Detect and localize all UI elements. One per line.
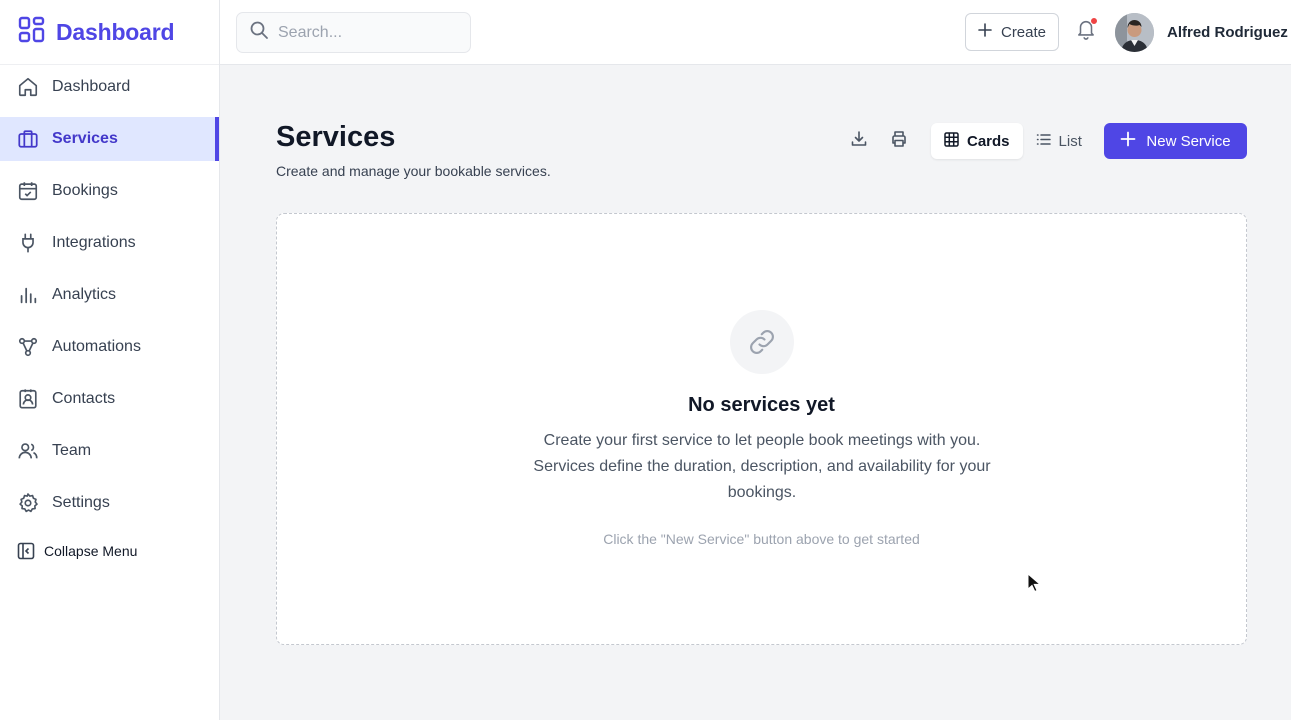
bell-icon bbox=[1075, 20, 1097, 44]
sidebar-item-analytics[interactable]: Analytics bbox=[0, 273, 219, 317]
sidebar-nav: Dashboard Services Bookings Integrations… bbox=[0, 65, 219, 525]
sidebar-item-label: Integrations bbox=[52, 234, 136, 251]
sidebar-item-label: Services bbox=[52, 130, 118, 147]
plus-icon bbox=[978, 23, 1001, 41]
view-toggle: Cards List bbox=[931, 123, 1095, 159]
avatar[interactable] bbox=[1115, 13, 1154, 52]
sidebar-item-bookings[interactable]: Bookings bbox=[0, 169, 219, 213]
search-input[interactable] bbox=[278, 23, 458, 42]
link-icon bbox=[730, 310, 794, 374]
new-service-label: New Service bbox=[1146, 132, 1231, 150]
view-cards-label: Cards bbox=[967, 132, 1010, 150]
page-subtitle: Create and manage your bookable services… bbox=[276, 163, 551, 179]
mouse-cursor-icon bbox=[1027, 573, 1041, 593]
bar-chart-icon bbox=[17, 284, 39, 306]
search-box[interactable] bbox=[236, 12, 471, 53]
sidebar-collapse-icon bbox=[17, 542, 35, 560]
sidebar-item-label: Settings bbox=[52, 494, 110, 511]
sidebar-item-label: Bookings bbox=[52, 182, 118, 199]
contact-card-icon bbox=[17, 388, 39, 410]
empty-state-title: No services yet bbox=[688, 394, 835, 416]
sidebar-item-automations[interactable]: Automations bbox=[0, 325, 219, 369]
download-button[interactable] bbox=[848, 130, 870, 152]
sidebar-item-services[interactable]: Services bbox=[0, 117, 219, 161]
sidebar-item-label: Contacts bbox=[52, 390, 116, 407]
sidebar-item-integrations[interactable]: Integrations bbox=[0, 221, 219, 265]
view-list-label: List bbox=[1058, 132, 1082, 150]
sidebar-item-contacts[interactable]: Contacts bbox=[0, 377, 219, 421]
sidebar-item-team[interactable]: Team bbox=[0, 429, 219, 473]
topbar: Create Alfred Rodriguez bbox=[220, 0, 1291, 65]
notifications-button[interactable] bbox=[1075, 17, 1099, 44]
collapse-menu-label: Collapse Menu bbox=[44, 543, 138, 559]
search-icon bbox=[249, 20, 269, 45]
empty-state: No services yet Create your first servic… bbox=[276, 213, 1247, 645]
users-icon bbox=[17, 440, 39, 462]
empty-state-description: Create your first service to let people … bbox=[533, 432, 991, 501]
notification-dot bbox=[1090, 17, 1098, 25]
empty-state-hint: Click the "New Service" button above to … bbox=[603, 531, 920, 547]
plug-icon bbox=[17, 232, 39, 254]
sidebar-item-label: Dashboard bbox=[52, 78, 131, 95]
view-list-button[interactable]: List bbox=[1023, 123, 1095, 159]
calendar-check-icon bbox=[17, 180, 39, 202]
collapse-menu-button[interactable]: Collapse Menu bbox=[0, 533, 219, 569]
sidebar-item-label: Analytics bbox=[52, 286, 117, 303]
brand-title: Dashboard bbox=[56, 18, 175, 45]
create-button[interactable]: Create bbox=[965, 13, 1059, 51]
grid-logo-icon bbox=[18, 16, 46, 49]
brand[interactable]: Dashboard bbox=[0, 0, 219, 65]
user-name[interactable]: Alfred Rodriguez bbox=[1167, 24, 1288, 41]
create-button-label: Create bbox=[1000, 23, 1047, 41]
sidebar-item-settings[interactable]: Settings bbox=[0, 481, 219, 525]
view-cards-button[interactable]: Cards bbox=[931, 123, 1023, 159]
list-icon bbox=[1036, 132, 1059, 151]
home-icon bbox=[17, 76, 39, 98]
print-button[interactable] bbox=[888, 130, 910, 152]
briefcase-icon bbox=[17, 128, 39, 150]
printer-icon bbox=[890, 130, 908, 153]
gear-icon bbox=[17, 492, 39, 514]
download-icon bbox=[850, 130, 868, 153]
plus-icon bbox=[1120, 131, 1146, 151]
page-title: Services bbox=[276, 121, 396, 153]
sidebar-item-label: Automations bbox=[52, 338, 141, 355]
grid-icon bbox=[944, 131, 967, 151]
new-service-button[interactable]: New Service bbox=[1104, 123, 1247, 159]
sidebar-item-dashboard[interactable]: Dashboard bbox=[0, 65, 219, 109]
sidebar: Dashboard Dashboard Services Bookings In… bbox=[0, 0, 220, 720]
sidebar-item-label: Team bbox=[52, 442, 92, 459]
workflow-icon bbox=[17, 336, 39, 358]
